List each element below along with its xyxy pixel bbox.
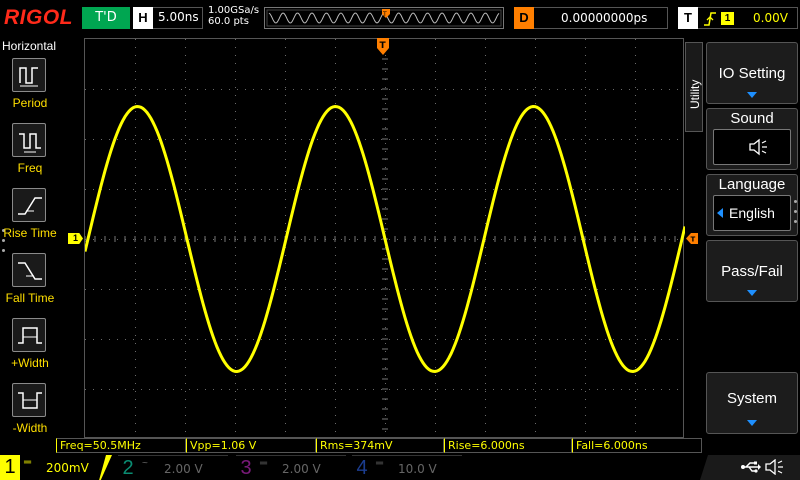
sample-info: 1.00GSa/s 60.0 pts — [208, 5, 259, 27]
channel-3-coupling: ═ — [260, 458, 268, 469]
chevron-down-icon — [747, 290, 757, 296]
period-icon — [12, 58, 46, 92]
measure-freq-label: Freq — [17, 161, 43, 175]
utility-menu: IO Setting Sound Language English Pass/F… — [700, 36, 800, 454]
io-setting-button[interactable]: IO Setting — [706, 42, 798, 104]
memory-waveform-preview: T — [266, 9, 502, 27]
measure-freq-button[interactable]: Freq — [0, 123, 60, 187]
trigger-status[interactable]: T 1 0.00V — [678, 7, 798, 29]
delay-value: 0.00000000ps — [561, 11, 648, 25]
pass-fail-button[interactable]: Pass/Fail — [706, 240, 798, 302]
horizontal-delay[interactable]: D 0.00000000ps — [514, 7, 668, 29]
channel-1-coupling: ═ — [24, 457, 32, 468]
language-label: Language — [718, 176, 786, 193]
measurement-results-bar: Freq=50.5MHz Vpp=1.06 V Rms=374mV Rise=6… — [56, 438, 702, 453]
sound-value-box — [713, 129, 791, 165]
language-value-box: English — [713, 195, 791, 231]
freq-icon — [12, 123, 46, 157]
system-button[interactable]: System — [706, 372, 798, 434]
rise-time-icon — [12, 188, 46, 222]
trigger-position-marker[interactable]: T — [377, 38, 389, 56]
horizontal-timebase[interactable]: H 5.00ns — [133, 7, 203, 29]
sound-button[interactable]: Sound — [706, 108, 798, 170]
measurement-fall[interactable]: Fall=6.000ns — [572, 438, 702, 453]
chevron-down-icon — [747, 92, 757, 98]
measurement-rise[interactable]: Rise=6.000ns — [444, 438, 572, 453]
brand-logo: RIGOL — [4, 6, 73, 29]
measure-fall-time-button[interactable]: Fall Time — [0, 253, 60, 317]
measure-rise-time-button[interactable]: Rise Time — [0, 188, 60, 252]
system-status-icons — [700, 455, 800, 480]
measure-fall-time-label: Fall Time — [5, 291, 55, 305]
trigger-level: 0.00V — [753, 11, 788, 25]
language-button[interactable]: Language English — [706, 174, 798, 236]
channel-1-status[interactable]: 1 ═ 200mV — [0, 455, 112, 480]
measure-positive-width-label: +Width — [11, 356, 49, 370]
channel-1-waveform — [85, 104, 685, 374]
fall-time-icon — [12, 253, 46, 287]
channel-4-scale: 10.0 V — [398, 462, 437, 476]
svg-text:T: T — [691, 236, 696, 244]
negative-width-icon — [12, 383, 46, 417]
sample-rate: 1.00GSa/s — [208, 5, 260, 16]
delay-letter: D — [514, 7, 534, 29]
trigger-letter: T — [678, 7, 698, 29]
measure-negative-width-label: -Width — [12, 421, 48, 435]
measure-period-label: Period — [12, 96, 48, 110]
timebase-value: 5.00ns — [158, 10, 199, 24]
channel-status-bar: 1 ═ 200mV 2 ~ 2.00 V 3 ═ 2.00 V 4 ═ 10.0… — [0, 455, 800, 480]
channel-4-number: 4 — [356, 457, 368, 479]
pass-fail-label: Pass/Fail — [721, 263, 783, 280]
measure-period-button[interactable]: Period — [0, 58, 60, 122]
measurement-freq[interactable]: Freq=50.5MHz — [56, 438, 186, 453]
memory-depth: 60.0 pts — [208, 16, 249, 27]
channel-2-scale: 2.00 V — [164, 462, 203, 476]
system-label: System — [726, 390, 777, 407]
run-state-badge[interactable]: T'D — [82, 7, 130, 29]
horizontal-measure-menu: Horizontal Period Freq Rise Time Fall Ti… — [0, 36, 60, 454]
measure-negative-width-button[interactable]: -Width — [0, 383, 60, 447]
svg-text:T: T — [380, 41, 387, 51]
channel-1-offset-marker[interactable]: 1 — [68, 233, 83, 244]
speaker-icon — [765, 459, 783, 475]
positive-width-icon — [12, 318, 46, 352]
trigger-level-marker[interactable]: T — [686, 233, 698, 244]
memory-overview-bar[interactable]: T — [264, 7, 504, 29]
svg-text:T: T — [382, 11, 387, 18]
channel-4-status[interactable]: 4 ═ 10.0 V — [352, 455, 462, 480]
usb-icon — [741, 461, 761, 473]
channel-1-number: 1 — [4, 456, 16, 478]
measurement-vpp[interactable]: Vpp=1.06 V — [186, 438, 316, 453]
channel-3-number: 3 — [240, 457, 252, 479]
channel-3-status[interactable]: 3 ═ 2.00 V — [236, 455, 346, 480]
trigger-source-badge: 1 — [721, 12, 734, 25]
channel-2-status[interactable]: 2 ~ 2.00 V — [118, 455, 228, 480]
left-menu-title: Horizontal — [2, 39, 57, 53]
sound-label: Sound — [730, 110, 774, 127]
channel-2-number: 2 — [122, 457, 134, 479]
measure-rise-time-label: Rise Time — [3, 226, 57, 240]
timebase-letter: H — [133, 7, 153, 29]
channel-3-scale: 2.00 V — [282, 462, 321, 476]
top-status-bar: RIGOL T'D H 5.00ns 1.00GSa/s 60.0 pts T … — [0, 0, 800, 36]
right-menu-scroll-dots — [794, 200, 797, 230]
measurement-rms[interactable]: Rms=374mV — [316, 438, 444, 453]
language-value: English — [729, 205, 775, 221]
rising-edge-icon — [704, 12, 716, 26]
waveform-display[interactable] — [84, 38, 685, 438]
speaker-icon — [749, 138, 767, 156]
measure-positive-width-button[interactable]: +Width — [0, 318, 60, 382]
io-setting-label: IO Setting — [718, 65, 786, 82]
channel-2-coupling: ~ — [142, 458, 148, 469]
channel-1-scale: 200mV — [46, 461, 89, 475]
channel-4-coupling: ═ — [376, 458, 384, 469]
chevron-down-icon — [747, 420, 757, 426]
